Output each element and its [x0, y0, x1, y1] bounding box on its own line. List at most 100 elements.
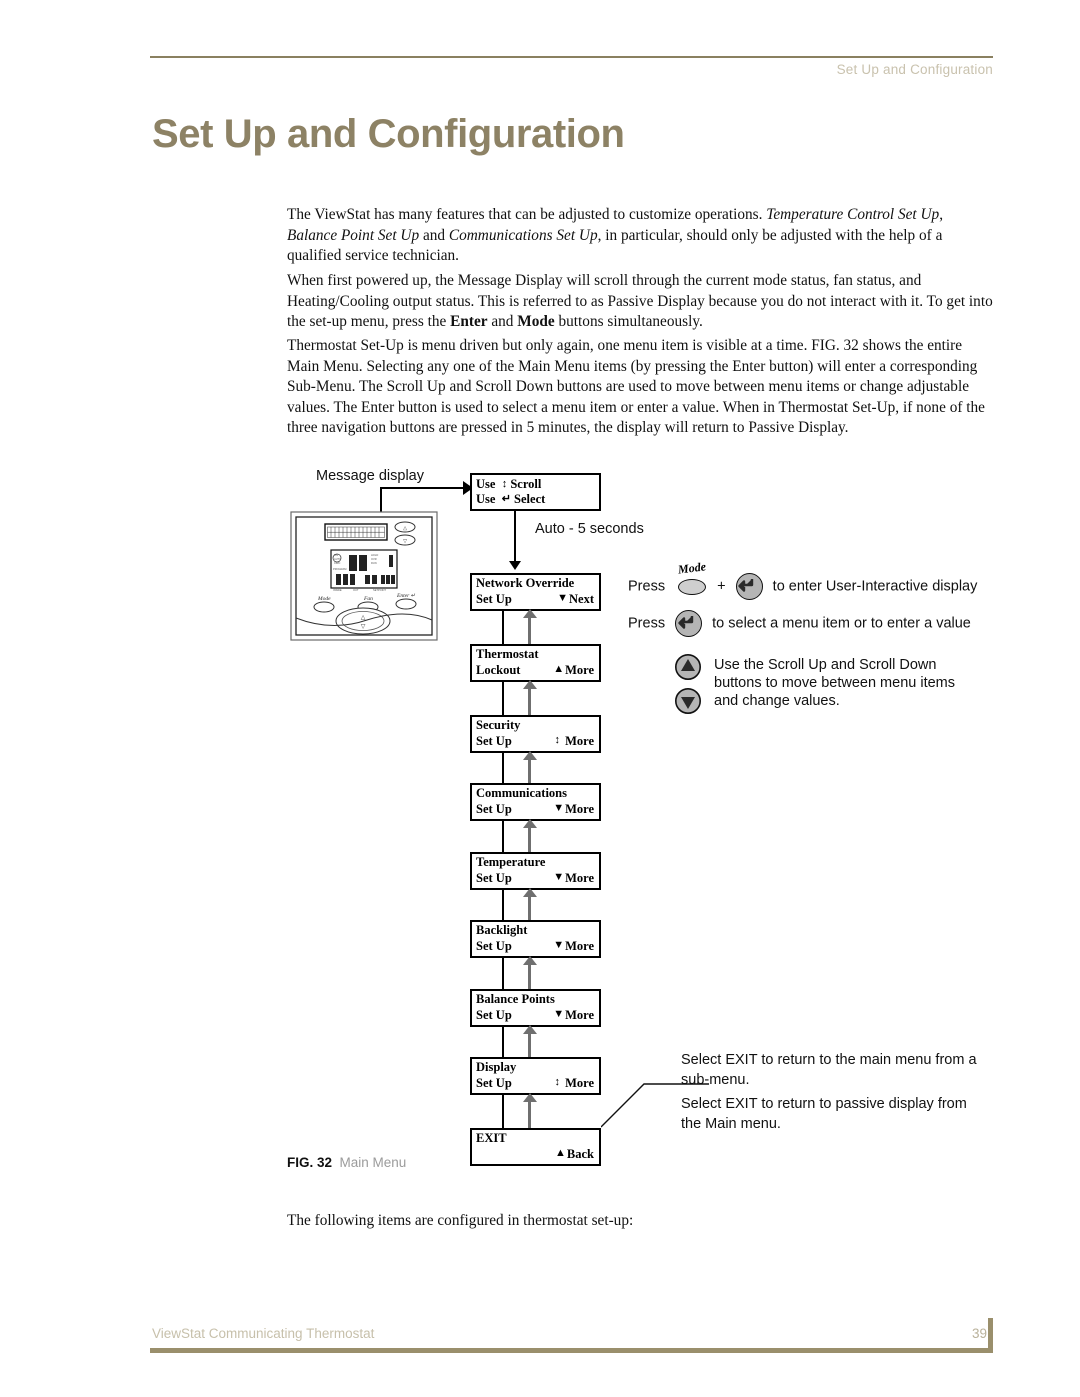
p2-bold-mode: Mode — [517, 313, 555, 331]
svg-text:HOLD: HOLD — [371, 553, 378, 557]
enter-button-icon[interactable] — [735, 573, 763, 600]
p1-italic-2: Balance Point Set Up — [287, 226, 420, 244]
svg-text:Mode: Mode — [317, 596, 331, 602]
menu-box-temperature[interactable]: Temperature Set Up ▼ More — [470, 852, 601, 890]
svg-text:Enter ↵: Enter ↵ — [396, 593, 416, 599]
exit-note2-line2: the Main menu. — [681, 1116, 781, 1132]
updown-arrow-icon: ↕ — [554, 734, 560, 746]
prompt-box: Use ↕ Scroll Use ↵ Select — [470, 473, 601, 511]
connector-up-head-1 — [522, 609, 537, 618]
menu-line1: Temperature — [476, 855, 546, 869]
down-arrow-icon: ▼ — [553, 939, 565, 951]
connector-down-8 — [502, 1095, 504, 1131]
svg-text:▽: ▽ — [403, 539, 407, 545]
svg-text:OVR: OVR — [371, 557, 377, 561]
paragraph-following-items: The following items are configured in th… — [287, 1212, 634, 1229]
menu-line1: Balance Points — [476, 992, 555, 1006]
up-arrow-icon: ▲ — [553, 663, 565, 675]
connector-up-head-3 — [522, 751, 537, 760]
auto-seconds-label: Auto - 5 seconds — [535, 521, 644, 537]
svg-text:▽: ▽ — [361, 624, 366, 630]
document-page: Set Up and Configuration Set Up and Conf… — [0, 0, 1080, 1397]
updown-arrow-icon: ↕ — [501, 478, 508, 490]
menu-action: ▼ More — [553, 939, 594, 953]
svg-text:Fan: Fan — [363, 596, 373, 602]
p2-seg-b: and — [487, 313, 518, 331]
menu-line2: Set Up — [476, 734, 512, 748]
down-arrow-icon: ▼ — [557, 592, 568, 604]
menu-line1: EXIT — [476, 1131, 507, 1145]
thermostat-illustration: △ ▽ ON AUTO CIRC PROGRAM HOLD OVR RUN INSIDE… — [287, 508, 452, 648]
p1-seg-b: , — [939, 206, 944, 223]
p1-italic-3: Communications Set Up — [448, 226, 598, 244]
figure-caption-text: Main Menu — [339, 1155, 407, 1170]
down-arrow-icon: ▼ — [553, 1008, 565, 1020]
prompt-line1: Use ↕ Scroll — [476, 477, 542, 491]
p2-seg-c: buttons simultaneously. — [554, 313, 703, 331]
menu-line1: Security — [476, 718, 521, 732]
leader-horizontal — [380, 487, 465, 489]
exit-note2-line1: Select EXIT to return to passive display… — [681, 1096, 967, 1112]
menu-box-network-override[interactable]: Network Override Set Up ▼ Next — [470, 573, 601, 611]
down-arrow-icon: ▼ — [553, 802, 565, 814]
page-title: Set Up and Configuration — [152, 112, 625, 156]
p2-bold-enter: Enter — [450, 313, 488, 331]
paragraph-menu-driven: Thermostat Set-Up is menu driven but onl… — [287, 337, 985, 437]
menu-box-display[interactable]: Display Set Up ↕ More — [470, 1057, 601, 1095]
up-arrow-icon: ▲ — [555, 1147, 566, 1159]
scroll-down-button-icon[interactable] — [674, 687, 702, 720]
menu-line2: Set Up — [476, 939, 512, 953]
mode-button-icon[interactable] — [678, 578, 707, 595]
message-display-label: Message display — [316, 468, 424, 484]
menu-box-communications[interactable]: Communications Set Up ▼ More — [470, 783, 601, 821]
menu-box-security[interactable]: Security Set Up ↕ More — [470, 715, 601, 753]
legend-press-mode-enter: Press Mode + to enter User-Interactive d… — [628, 560, 978, 600]
svg-text:INSIDE: INSIDE — [333, 588, 342, 592]
menu-line2: Set Up — [476, 1076, 512, 1090]
menu-box-exit[interactable]: EXIT ▲ Back — [470, 1128, 601, 1166]
svg-text:OUT: OUT — [353, 588, 359, 592]
figure-caption: FIG. 32 Main Menu — [287, 1155, 406, 1170]
updown-arrow-icon: ↕ — [554, 1076, 560, 1088]
menu-box-thermostat-lockout[interactable]: Thermostat Lockout ▲ More — [470, 644, 601, 682]
p1-seg-a: The ViewStat has many features that can … — [287, 206, 767, 223]
legend-press-text-1: to enter User-Interactive display — [772, 578, 978, 595]
menu-action: ▼ More — [553, 802, 594, 816]
connector-up-head-6 — [522, 956, 537, 965]
paragraph-powerup: When first powered up, the Message Displ… — [287, 271, 993, 333]
menu-box-balance-points[interactable]: Balance Points Set Up ▼ More — [470, 989, 601, 1027]
connector-up-head-7 — [522, 1025, 537, 1034]
prompt-line2: Use ↵ Select — [476, 492, 546, 506]
menu-box-backlight[interactable]: Backlight Set Up ▼ More — [470, 920, 601, 958]
menu-line1: Backlight — [476, 923, 528, 937]
connector-up-head-5 — [522, 888, 537, 897]
auto-connector-arrowhead — [509, 561, 521, 570]
enter-arrow-icon: ↵ — [501, 493, 511, 505]
menu-line1: Thermostat — [476, 647, 539, 661]
svg-text:PROGRAM: PROGRAM — [333, 567, 346, 571]
figure-main-menu: Message display △ ▽ ON AUTO CIRC PROGRAM… — [283, 463, 995, 1166]
exit-note1-line2: sub-menu. — [681, 1072, 750, 1088]
menu-line2: Set Up — [476, 802, 512, 816]
enter-button-icon[interactable] — [675, 610, 703, 637]
legend-press-text-2: to select a menu item or to enter a valu… — [712, 615, 971, 632]
menu-action: ▲ Back — [555, 1147, 594, 1161]
connector-down-1 — [502, 611, 504, 647]
down-arrow-icon: ▼ — [553, 871, 565, 883]
menu-action: ↕ More — [554, 734, 594, 748]
scroll-note-line3: and change values. — [714, 693, 840, 709]
legend-press-label-1: Press — [628, 578, 666, 595]
connector-down-2 — [502, 682, 504, 718]
menu-action: ↕ More — [554, 1076, 594, 1090]
scroll-note-line2: buttons to move between menu items — [714, 675, 955, 691]
p1-seg-c: and — [419, 226, 449, 244]
menu-line1: Communications — [476, 786, 567, 800]
scroll-up-button-icon[interactable] — [674, 653, 702, 686]
svg-text:SETPOINT: SETPOINT — [373, 588, 386, 592]
menu-action: ▲ More — [553, 663, 594, 677]
menu-action: ▼ More — [553, 871, 594, 885]
connector-up-head-4 — [522, 819, 537, 828]
footer-bar — [150, 1348, 993, 1353]
p1-italic-1: Temperature Control Set Up — [766, 206, 940, 223]
menu-line1: Display — [476, 1060, 517, 1074]
